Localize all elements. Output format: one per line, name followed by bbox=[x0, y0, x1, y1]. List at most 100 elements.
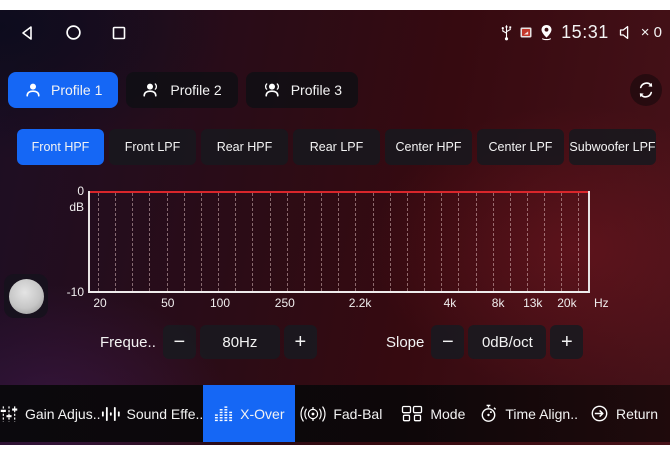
filter-tab-subwoofer-lpf[interactable]: Subwoofer LPF bbox=[569, 129, 656, 165]
gridline bbox=[287, 193, 288, 291]
nav-item-time-align[interactable]: Time Align.. bbox=[479, 385, 578, 442]
nav-item-label: Gain Adjus.. bbox=[25, 406, 101, 422]
volume-knob[interactable] bbox=[4, 274, 48, 318]
x-tick-label: 100 bbox=[210, 296, 230, 310]
frequency-label: Freque.. bbox=[100, 334, 156, 351]
user-waves-icon bbox=[262, 81, 282, 99]
filter-tab-center-hpf[interactable]: Center HPF bbox=[385, 129, 472, 165]
x-axis-labels: 20501002502.2k4k8k13k20k bbox=[88, 296, 590, 310]
frequency-control: Freque.. − 80Hz + bbox=[100, 325, 317, 359]
home-icon[interactable] bbox=[64, 24, 82, 42]
slope-minus-button[interactable]: − bbox=[431, 325, 464, 359]
system-nav-buttons bbox=[18, 10, 128, 55]
xover-screen: 15:31 × 0 Profile 1 bbox=[0, 0, 670, 453]
filter-tab-label: Rear LPF bbox=[310, 140, 364, 154]
return-arrow-icon bbox=[590, 404, 609, 423]
nav-item-gain-adjust[interactable]: Gain Adjus.. bbox=[0, 385, 101, 442]
profile-tab-3[interactable]: Profile 3 bbox=[246, 72, 358, 108]
gridline bbox=[304, 193, 305, 291]
slope-control: Slope − 0dB/oct + bbox=[386, 325, 583, 359]
sound-effect-bars-icon bbox=[101, 405, 120, 423]
user-wave-icon bbox=[142, 81, 161, 99]
filter-tab-front-hpf[interactable]: Front HPF bbox=[17, 129, 104, 165]
status-bar: 15:31 × 0 bbox=[0, 10, 670, 55]
nav-item-sound-effects[interactable]: Sound Effe.. bbox=[101, 385, 204, 442]
status-icons: 15:31 × 0 bbox=[500, 10, 662, 55]
filter-tab-front-lpf[interactable]: Front LPF bbox=[109, 129, 196, 165]
x-axis-unit-label: Hz bbox=[594, 296, 609, 310]
gridline bbox=[578, 193, 579, 291]
x-tick-label: 4k bbox=[444, 296, 457, 310]
knob-face-icon bbox=[9, 279, 44, 314]
nav-item-mode[interactable]: Mode bbox=[387, 385, 479, 442]
profile-tab-2[interactable]: Profile 2 bbox=[126, 72, 237, 108]
nav-item-label: Mode bbox=[430, 406, 465, 422]
crossover-plot-area bbox=[88, 191, 590, 293]
speaker-mode-icon bbox=[401, 405, 423, 423]
gridline bbox=[373, 193, 374, 291]
gridline bbox=[201, 193, 202, 291]
gridline bbox=[149, 193, 150, 291]
profile-tab-label: Profile 3 bbox=[291, 82, 342, 98]
y-axis-max-label: 0 bbox=[60, 184, 84, 198]
profile-tab-label: Profile 2 bbox=[170, 82, 221, 98]
y-axis-unit-label: dB bbox=[60, 200, 84, 214]
x-tick-label: 20 bbox=[93, 296, 106, 310]
x-tick-label: 50 bbox=[161, 296, 174, 310]
gridline bbox=[321, 193, 322, 291]
slope-plus-button[interactable]: + bbox=[550, 325, 583, 359]
volume-level: × 0 bbox=[641, 24, 662, 41]
usb-icon bbox=[500, 24, 513, 41]
back-icon[interactable] bbox=[18, 24, 36, 42]
frequency-plus-button[interactable]: + bbox=[284, 325, 317, 359]
gridline bbox=[115, 193, 116, 291]
slope-value: 0dB/oct bbox=[468, 325, 546, 359]
nav-item-label: Sound Effe.. bbox=[127, 406, 204, 422]
nav-item-label: Fad-Bal bbox=[333, 406, 382, 422]
refresh-button[interactable] bbox=[630, 74, 662, 106]
filter-tab-label: Center LPF bbox=[489, 140, 553, 154]
filter-tabs: Front HPF Front LPF Rear HPF Rear LPF Ce… bbox=[17, 129, 656, 165]
frequency-value: 80Hz bbox=[200, 325, 280, 359]
y-axis-min-label: -10 bbox=[56, 285, 84, 299]
gridline bbox=[184, 193, 185, 291]
clock: 15:31 bbox=[561, 22, 609, 43]
sd-card-icon bbox=[520, 27, 532, 38]
gridline bbox=[132, 193, 133, 291]
top-white-margin bbox=[0, 0, 670, 10]
location-icon bbox=[539, 24, 554, 41]
filter-tab-rear-lpf[interactable]: Rear LPF bbox=[293, 129, 380, 165]
gridline bbox=[544, 193, 545, 291]
x-tick-label: 2.2k bbox=[349, 296, 372, 310]
nav-item-xover[interactable]: X-Over bbox=[203, 385, 295, 442]
recents-icon[interactable] bbox=[110, 24, 128, 42]
gridline bbox=[493, 193, 494, 291]
frequency-minus-button[interactable]: − bbox=[163, 325, 196, 359]
slope-label: Slope bbox=[386, 334, 424, 351]
filter-tab-label: Center HPF bbox=[396, 140, 462, 154]
nav-item-fad-bal[interactable]: Fad-Bal bbox=[295, 385, 387, 442]
gridline bbox=[98, 193, 99, 291]
filter-tab-center-lpf[interactable]: Center LPF bbox=[477, 129, 564, 165]
stopwatch-icon bbox=[479, 404, 498, 423]
gridline bbox=[355, 193, 356, 291]
filter-tab-rear-hpf[interactable]: Rear HPF bbox=[201, 129, 288, 165]
gridline bbox=[510, 193, 511, 291]
gridline bbox=[527, 193, 528, 291]
nav-item-return[interactable]: Return bbox=[578, 385, 670, 442]
filter-tab-label: Rear HPF bbox=[217, 140, 273, 154]
gridline bbox=[167, 193, 168, 291]
bottom-white-margin bbox=[0, 445, 670, 453]
gridline bbox=[390, 193, 391, 291]
gridline bbox=[458, 193, 459, 291]
gridline bbox=[338, 193, 339, 291]
filter-tab-label: Subwoofer LPF bbox=[569, 140, 655, 154]
nav-item-label: Time Align.. bbox=[505, 406, 578, 422]
x-tick-label: 250 bbox=[275, 296, 295, 310]
equalizer-bars-icon bbox=[214, 405, 233, 423]
muted-speaker-icon bbox=[619, 25, 634, 40]
gridline bbox=[235, 193, 236, 291]
profile-tab-1[interactable]: Profile 1 bbox=[8, 72, 118, 108]
gridline bbox=[561, 193, 562, 291]
gridline bbox=[476, 193, 477, 291]
